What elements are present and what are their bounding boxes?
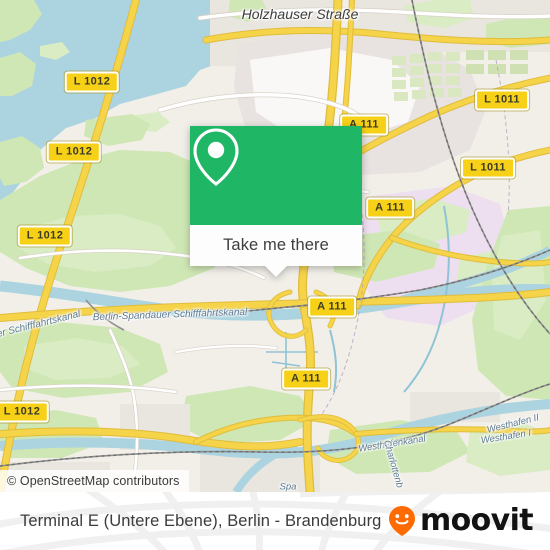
road-shield-a111[interactable]: A 111 xyxy=(366,197,414,219)
map-pin-icon xyxy=(193,128,239,186)
road-shield-l1011[interactable]: L 1011 xyxy=(461,157,515,179)
road-shield-a111[interactable]: A 111 xyxy=(282,368,330,390)
map-canvas[interactable]: .land{fill:#f2efe9} .green{fill:#cfe7b4}… xyxy=(0,0,550,492)
road-shield-a111[interactable]: A 111 xyxy=(308,296,356,318)
page-title: Terminal E (Untere Ebene), Berlin - Bran… xyxy=(20,492,381,550)
map-attribution[interactable]: © OpenStreetMap contributors xyxy=(0,470,189,492)
moovit-logo[interactable]: moovit xyxy=(387,492,534,550)
road-shield-l1011[interactable]: L 1011 xyxy=(475,89,529,111)
moovit-wordmark: moovit xyxy=(419,503,534,538)
road-shield-l1012[interactable]: L 1012 xyxy=(17,225,73,247)
footer-bar: Terminal E (Untere Ebene), Berlin - Bran… xyxy=(0,492,550,550)
road-shield-l1012[interactable]: L 1012 xyxy=(64,71,120,93)
popup-header xyxy=(190,126,362,225)
popup-pointer xyxy=(265,266,287,277)
moovit-pin-icon xyxy=(388,506,415,536)
popup-action-label: Take me there xyxy=(223,236,329,254)
location-popup[interactable]: Take me there xyxy=(190,126,362,277)
road-shield-l1012[interactable]: L 1012 xyxy=(0,401,50,423)
road-shield-l1012[interactable]: L 1012 xyxy=(46,141,102,163)
popup-action[interactable]: Take me there xyxy=(190,225,362,266)
map-screenshot: .land{fill:#f2efe9} .green{fill:#cfe7b4}… xyxy=(0,0,550,550)
footer-title-text: Terminal E (Untere Ebene), Berlin - Bran… xyxy=(20,511,382,530)
